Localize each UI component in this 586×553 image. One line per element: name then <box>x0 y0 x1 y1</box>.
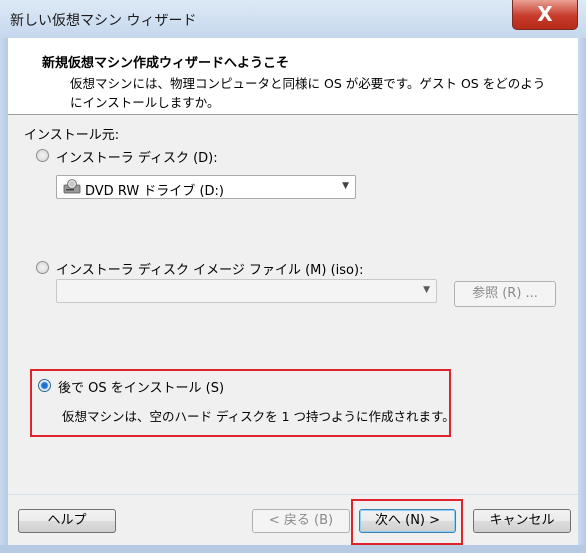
install-later-radio[interactable] <box>38 379 51 392</box>
dialog-body: 新規仮想マシン作成ウィザードへようこそ 仮想マシンには、物理コンピュータと同様に… <box>8 38 578 545</box>
window-frame-left <box>0 38 8 553</box>
chevron-down-icon: ▼ <box>423 285 430 295</box>
iso-image-radio[interactable] <box>36 261 49 274</box>
next-button[interactable]: 次へ (N) > <box>359 509 456 533</box>
back-button[interactable]: < 戻る (B) <box>252 509 350 533</box>
chevron-down-icon: ▼ <box>342 181 349 191</box>
install-source-label: インストール元: <box>24 128 120 143</box>
close-icon: X <box>537 2 553 26</box>
close-button[interactable]: X <box>512 0 578 30</box>
header-description: 仮想マシンには、物理コンピュータと同様に OS が必要です。ゲスト OS をどの… <box>70 76 546 110</box>
header-title: 新規仮想マシン作成ウィザードへようこそ <box>42 56 290 71</box>
drive-select-value: DVD RW ドライブ (D:) <box>85 184 224 199</box>
window-frame-bottom <box>0 545 586 553</box>
help-button[interactable]: ヘルプ <box>18 509 116 533</box>
footer-separator <box>8 494 578 495</box>
dvd-drive-icon <box>63 179 81 194</box>
install-later-description: 仮想マシンは、空のハード ディスクを 1 つ持つように作成されます。 <box>62 409 455 424</box>
title-bar[interactable]: 新しい仮想マシン ウィザード X <box>0 0 586 39</box>
browse-button[interactable]: 参照 (R) ... <box>454 281 556 307</box>
wizard-header: 新規仮想マシン作成ウィザードへようこそ 仮想マシンには、物理コンピュータと同様に… <box>8 38 578 115</box>
cancel-button[interactable]: キャンセル <box>473 509 571 533</box>
window-title: 新しい仮想マシン ウィザード <box>10 13 197 29</box>
window-frame-right <box>578 38 586 553</box>
drive-select[interactable]: DVD RW ドライブ (D:) ▼ <box>56 175 356 199</box>
install-later-label[interactable]: 後で OS をインストール (S) <box>58 377 224 396</box>
wizard-window: 新しい仮想マシン ウィザード X 新規仮想マシン作成ウィザードへようこそ 仮想マ… <box>0 0 586 553</box>
installer-disc-radio[interactable] <box>36 149 49 162</box>
iso-path-combo[interactable]: ▼ <box>56 279 437 303</box>
installer-disc-label[interactable]: インストーラ ディスク (D): <box>56 147 218 166</box>
iso-image-label[interactable]: インストーラ ディスク イメージ ファイル (M) (iso): <box>56 259 363 278</box>
